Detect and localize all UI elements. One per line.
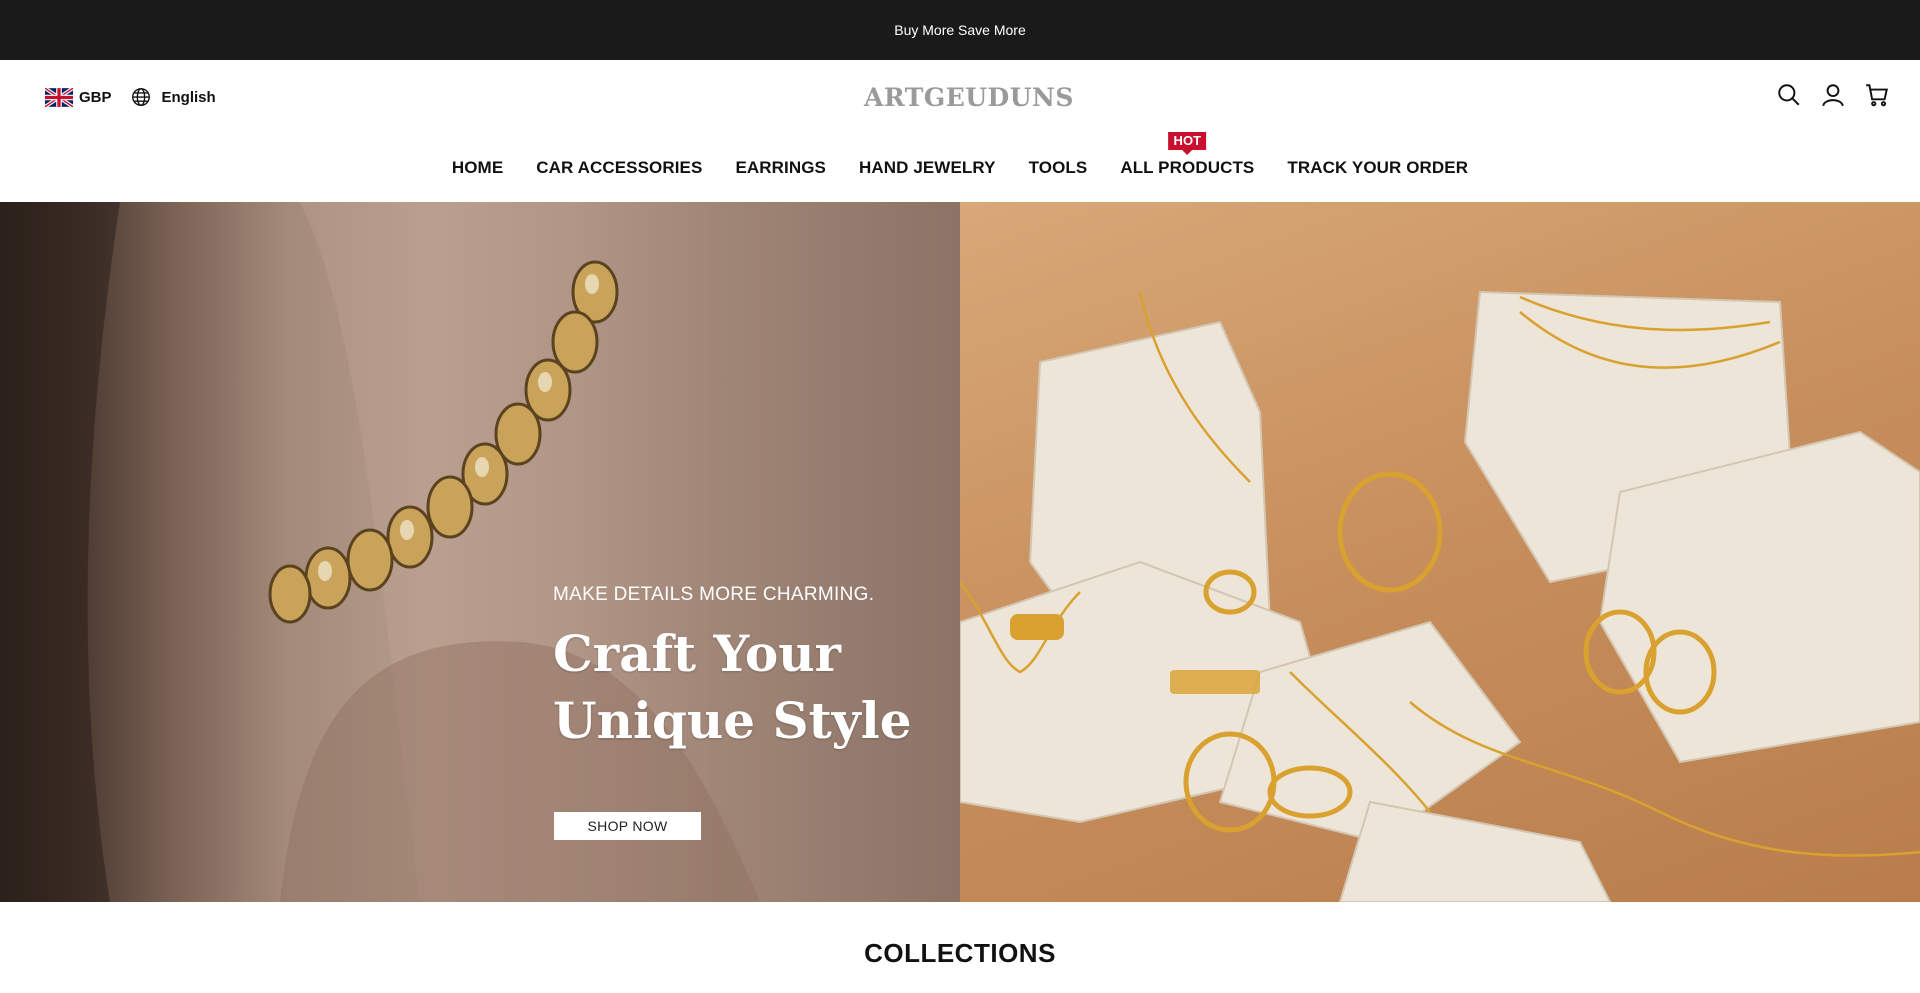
nav-item-tools[interactable]: TOOLS [1029,158,1088,178]
announcement-text: Buy More Save More [894,22,1026,38]
currency-selector[interactable]: GBP [79,89,112,106]
hero-image-jewelry-display [960,202,1920,902]
shop-now-button[interactable]: SHOP NOW [554,812,701,840]
hero-text-block: MAKE DETAILS MORE CHARMING. Craft Your U… [553,584,912,754]
search-icon[interactable] [1776,82,1802,108]
nav-item-home[interactable]: HOME [452,158,503,178]
announcement-bar: Buy More Save More [0,0,1920,60]
nav-label: EARRINGS [735,158,826,177]
logo-text: ARTGEUDUNS [864,82,1074,112]
hero-title-line-1: Craft Your [553,624,841,683]
globe-icon [131,88,150,106]
hot-badge: HOT [1168,132,1207,150]
site-header: GBP English ARTGEUDUNS HOME CAR ACCESSOR… [0,60,1920,202]
locale-selector: GBP English [45,86,216,108]
site-logo[interactable]: ARTGEUDUNS [860,79,1073,115]
nav-item-earrings[interactable]: EARRINGS [735,158,826,178]
nav-item-hand-jewelry[interactable]: HAND JEWELRY [859,158,996,178]
nav-label: HOME [451,158,504,177]
hero-banner: MAKE DETAILS MORE CHARMING. Craft Your U… [0,202,1920,902]
nav-item-car-accessories[interactable]: CAR ACCESSORIES [536,158,702,178]
hero-title: Craft Your Unique Style [553,620,912,754]
header-actions [1776,82,1890,108]
jewelry-display-illustration [960,290,1920,902]
nav-item-all-products[interactable]: HOT ALL PRODUCTS [1120,132,1255,178]
hero-image-bracelet: MAKE DETAILS MORE CHARMING. Craft Your U… [0,202,960,902]
language-selector[interactable]: English [162,89,216,106]
nav-label: TRACK YOUR ORDER [1287,158,1469,177]
hero-title-line-2: Unique Style [553,691,912,750]
nav-label: HAND JEWELRY [858,158,996,177]
bracelet-illustration [0,202,960,902]
nav-item-track-order[interactable]: TRACK YOUR ORDER [1287,158,1468,178]
nav-label: ALL PRODUCTS [1120,158,1255,177]
main-nav: HOME CAR ACCESSORIES EARRINGS HAND JEWEL… [0,132,1920,188]
account-icon[interactable] [1820,82,1846,108]
collections-heading: COLLECTIONS [864,938,1056,968]
uk-flag-icon[interactable] [45,87,73,107]
hero-subtitle: MAKE DETAILS MORE CHARMING. [553,584,875,605]
nav-label: TOOLS [1028,158,1088,177]
nav-label: CAR ACCESSORIES [536,158,703,177]
cart-icon[interactable] [1864,82,1890,108]
